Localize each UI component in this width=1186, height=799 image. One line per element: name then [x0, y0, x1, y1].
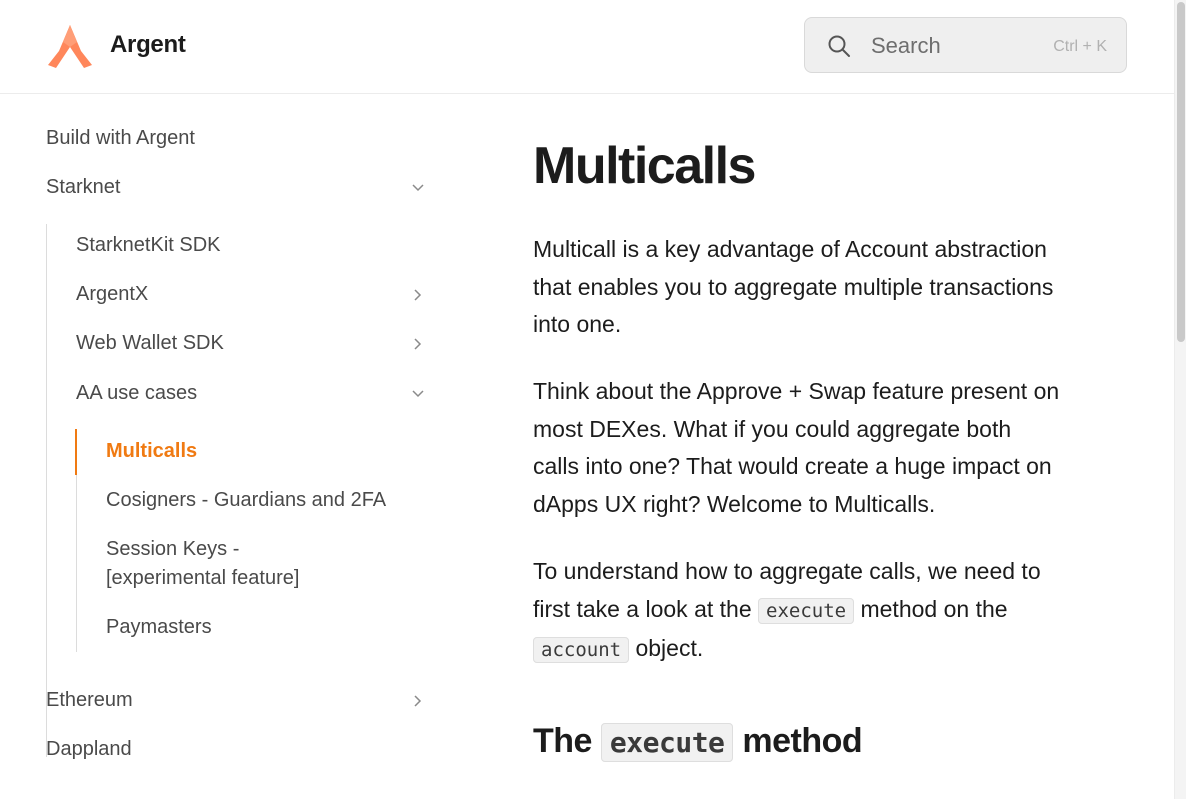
page-title: Multicalls — [533, 137, 756, 195]
search-icon — [828, 35, 850, 57]
sidebar-item-ethereum[interactable]: Ethereum — [46, 689, 133, 712]
sidebar-item-cosigners[interactable]: Cosigners - Guardians and 2FA — [106, 489, 386, 512]
inline-code-execute: execute — [758, 597, 855, 624]
chevron-right-icon[interactable] — [411, 288, 425, 302]
search-shortcut-hint: Ctrl + K — [1053, 38, 1107, 55]
sidebar-item-paymasters[interactable]: Paymasters — [106, 616, 212, 639]
sidebar-item-aa-use-cases[interactable]: AA use cases — [76, 382, 197, 405]
search-placeholder: Search — [871, 33, 941, 58]
active-item-indicator — [75, 429, 77, 475]
brand-name[interactable]: Argent — [110, 31, 186, 59]
heading-code-execute: execute — [600, 723, 734, 762]
chevron-down-icon[interactable] — [411, 181, 425, 195]
page-scrollbar[interactable] — [1174, 0, 1186, 799]
sidebar-item-web-wallet-sdk[interactable]: Web Wallet SDK — [76, 332, 224, 355]
heading-text: The — [533, 722, 601, 760]
intro-paragraph: Multicall is a key advantage of Account … — [533, 236, 1054, 337]
approve-swap-paragraph: Think about the Approve + Swap feature p… — [533, 378, 1060, 517]
sidebar-item-session-keys-line1: Session Keys - — [106, 538, 240, 560]
top-bar: Argent Search Ctrl + K — [0, 0, 1174, 94]
execute-intro-paragraph: To understand how to aggregate calls, we… — [533, 553, 1053, 670]
sidebar-item-dappland[interactable]: Dappland — [46, 738, 132, 761]
sidebar-item-argentx[interactable]: ArgentX — [76, 283, 148, 306]
chevron-right-icon[interactable] — [411, 694, 425, 708]
paragraph-text: object. — [629, 635, 704, 661]
section-heading-execute-method[interactable]: The execute method — [533, 722, 863, 762]
heading-text: method — [733, 722, 863, 760]
sidebar-item-starknet[interactable]: Starknet — [46, 176, 120, 199]
chevron-down-icon[interactable] — [411, 387, 425, 401]
sidebar-item-multicalls[interactable]: Multicalls — [106, 440, 197, 463]
paragraph-text: method on the — [854, 595, 1008, 622]
starknet-tree-guide — [46, 224, 47, 757]
argent-logo-icon[interactable] — [45, 23, 95, 69]
sidebar-item-session-keys-line2: [experimental feature] — [106, 567, 300, 589]
sidebar-item-starknetkit-sdk[interactable]: StarknetKit SDK — [76, 234, 221, 257]
inline-code-account: account — [533, 637, 630, 663]
sidebar-item-build-with-argent[interactable]: Build with Argent — [46, 127, 195, 150]
sidebar-item-session-keys[interactable]: Session Keys - [experimental feature] — [106, 535, 299, 593]
search-bar[interactable]: Search Ctrl + K — [804, 17, 1127, 73]
scrollbar-thumb[interactable] — [1177, 2, 1185, 342]
chevron-right-icon[interactable] — [411, 337, 425, 351]
